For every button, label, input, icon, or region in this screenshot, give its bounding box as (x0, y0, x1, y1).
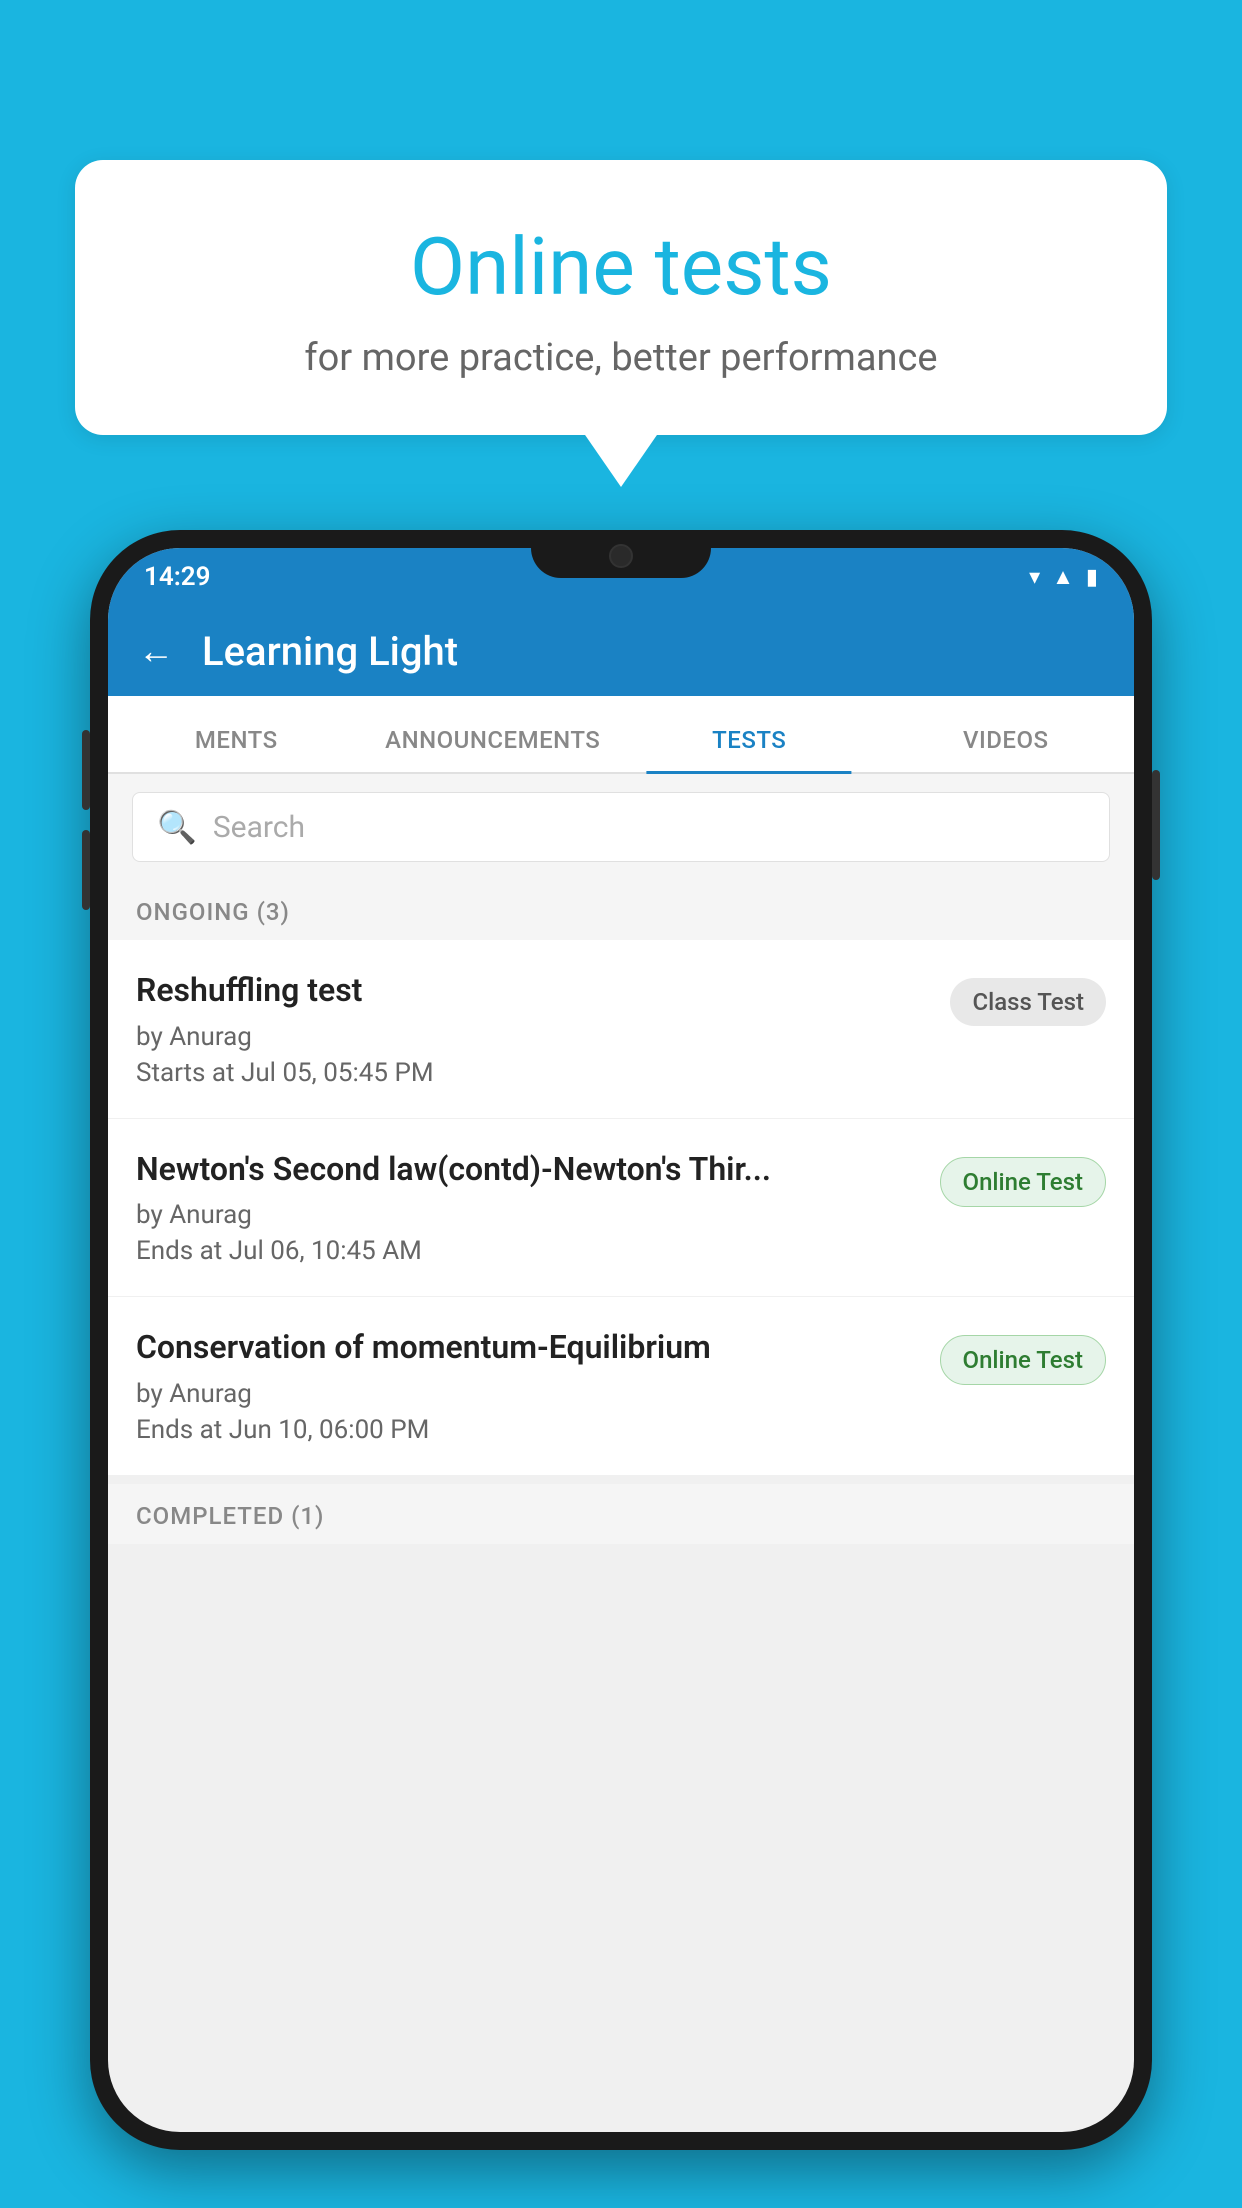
promo-bubble: Online tests for more practice, better p… (75, 160, 1167, 435)
bubble-title: Online tests (125, 220, 1117, 314)
search-icon: 🔍 (157, 808, 197, 846)
tab-videos[interactable]: VIDEOS (878, 726, 1135, 772)
test-info: Reshuffling test by Anurag Starts at Jul… (136, 970, 950, 1088)
test-author: by Anurag (136, 1022, 930, 1052)
test-badge-class: Class Test (950, 978, 1106, 1026)
test-title: Reshuffling test (136, 970, 930, 1012)
ongoing-section-label: ONGOING (3) (108, 880, 1134, 940)
volume-up-button (82, 730, 90, 810)
wifi-icon: ▾ (1029, 565, 1040, 590)
tab-ments[interactable]: MENTS (108, 726, 365, 772)
back-button[interactable]: ← (138, 630, 174, 672)
tab-announcements[interactable]: ANNOUNCEMENTS (365, 726, 622, 772)
volume-down-button (82, 830, 90, 910)
search-placeholder: Search (213, 810, 305, 845)
app-header: ← Learning Light (108, 606, 1134, 696)
test-time: Ends at Jul 06, 10:45 AM (136, 1236, 920, 1266)
bubble-subtitle: for more practice, better performance (125, 336, 1117, 380)
tabs-container: MENTS ANNOUNCEMENTS TESTS VIDEOS (108, 696, 1134, 774)
tests-list: Reshuffling test by Anurag Starts at Jul… (108, 940, 1134, 1476)
test-info: Conservation of momentum-Equilibrium by … (136, 1327, 940, 1445)
test-info: Newton's Second law(contd)-Newton's Thir… (136, 1149, 940, 1267)
test-item[interactable]: Newton's Second law(contd)-Newton's Thir… (108, 1119, 1134, 1298)
phone-mockup: 14:29 ▾ ▲ ▮ ← Learning Light MENTS ANNOU… (90, 530, 1152, 2208)
test-time: Starts at Jul 05, 05:45 PM (136, 1058, 930, 1088)
search-container: 🔍 Search (108, 774, 1134, 880)
completed-section-label: COMPLETED (1) (108, 1484, 1134, 1544)
signal-icon: ▲ (1052, 564, 1074, 590)
power-button (1152, 770, 1160, 880)
tab-tests[interactable]: TESTS (621, 726, 878, 772)
phone-notch (531, 530, 711, 578)
test-title: Newton's Second law(contd)-Newton's Thir… (136, 1149, 920, 1191)
camera-icon (609, 544, 633, 568)
test-author: by Anurag (136, 1379, 920, 1409)
status-icons: ▾ ▲ ▮ (1029, 564, 1098, 590)
test-time: Ends at Jun 10, 06:00 PM (136, 1415, 920, 1445)
app-title: Learning Light (202, 628, 458, 675)
status-time: 14:29 (144, 562, 211, 592)
test-badge-online: Online Test (940, 1157, 1106, 1207)
search-bar[interactable]: 🔍 Search (132, 792, 1110, 862)
test-title: Conservation of momentum-Equilibrium (136, 1327, 920, 1369)
phone-screen: 14:29 ▾ ▲ ▮ ← Learning Light MENTS ANNOU… (108, 548, 1134, 2132)
test-author: by Anurag (136, 1200, 920, 1230)
test-item[interactable]: Conservation of momentum-Equilibrium by … (108, 1297, 1134, 1476)
battery-icon: ▮ (1086, 565, 1098, 590)
test-item[interactable]: Reshuffling test by Anurag Starts at Jul… (108, 940, 1134, 1119)
test-badge-online: Online Test (940, 1335, 1106, 1385)
phone-frame: 14:29 ▾ ▲ ▮ ← Learning Light MENTS ANNOU… (90, 530, 1152, 2150)
